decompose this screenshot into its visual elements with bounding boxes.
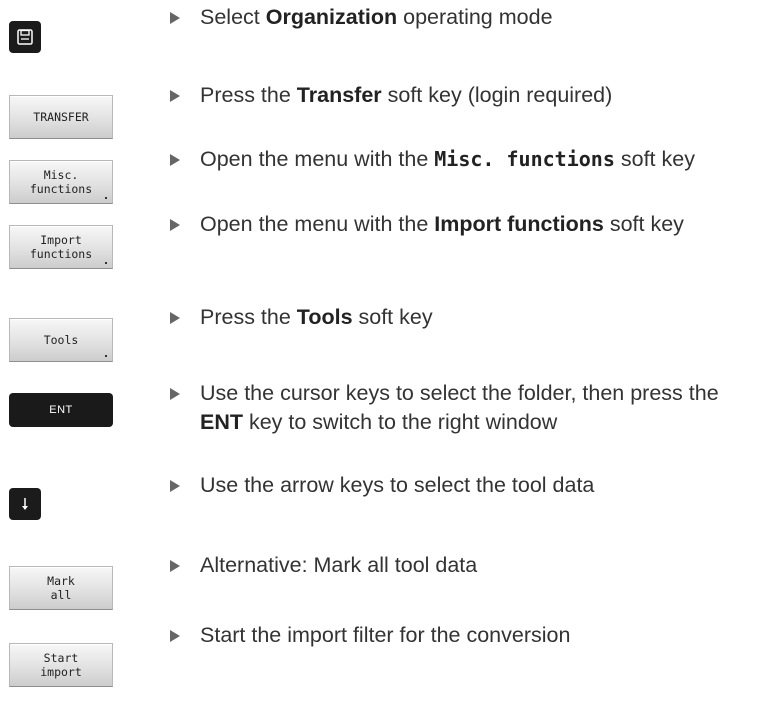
ent-key[interactable]: ENT: [9, 393, 113, 427]
arrow-down-key[interactable]: [9, 488, 41, 520]
mark-all-softkey[interactable]: Mark all: [9, 566, 113, 610]
step-text: Select Organization operating mode: [200, 5, 553, 29]
submenu-indicator-icon: [105, 197, 107, 199]
arrow-down-icon: [22, 498, 28, 510]
submenu-indicator-icon: [105, 355, 107, 357]
bullet-icon: [170, 90, 180, 102]
bullet-icon: [170, 388, 180, 400]
organization-mode-key[interactable]: [9, 21, 41, 53]
step-text: Press the Tools soft key: [200, 305, 433, 329]
submenu-indicator-icon: [105, 262, 107, 264]
tools-softkey[interactable]: Tools: [9, 318, 113, 362]
bullet-icon: [170, 312, 180, 324]
step-text: Alternative: Mark all tool data: [200, 553, 478, 577]
misc-functions-softkey[interactable]: Misc. functions: [9, 160, 113, 204]
bullet-icon: [170, 219, 180, 231]
step-text: Press the Transfer soft key (login requi…: [200, 83, 613, 107]
start-import-softkey[interactable]: Start import: [9, 643, 113, 687]
bullet-icon: [170, 154, 180, 166]
transfer-softkey[interactable]: TRANSFER: [9, 95, 113, 139]
bullet-icon: [170, 480, 180, 492]
bullet-icon: [170, 560, 180, 572]
import-functions-softkey[interactable]: Import functions: [9, 225, 113, 269]
step-text: Use the cursor keys to select the folder…: [200, 381, 719, 434]
step-text: Use the arrow keys to select the tool da…: [200, 473, 595, 497]
bullet-icon: [170, 12, 180, 24]
floppy-disk-icon: [17, 29, 33, 45]
step-text: Open the menu with the Import functions …: [200, 212, 684, 236]
step-text: Open the menu with the Misc. functions s…: [200, 147, 695, 171]
bullet-icon: [170, 630, 180, 642]
step-text: Start the import filter for the conversi…: [200, 623, 571, 647]
